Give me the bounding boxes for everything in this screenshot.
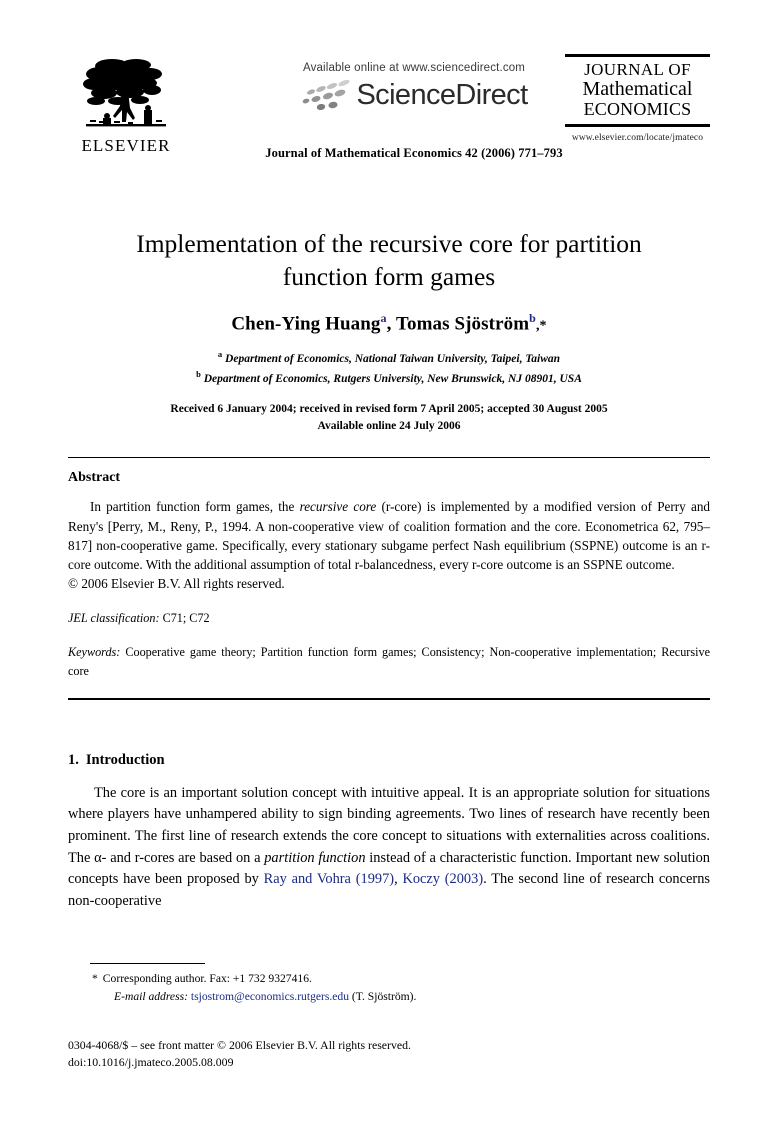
abstract-top-rule — [68, 457, 710, 459]
footnote-corresponding-author: * Corresponding author. Fax: +1 732 93274… — [92, 970, 710, 989]
elsevier-tree-icon — [83, 59, 166, 127]
elsevier-logo: ELSEVIER — [74, 52, 178, 154]
page-footer: * Corresponding author. Fax: +1 732 93274… — [68, 962, 710, 1071]
footnote-email: E-mail address: tsjostrom@economics.rutg… — [114, 988, 710, 1007]
abstract-text-part-1: In partition function form games, the — [90, 499, 300, 515]
section-number: 1. — [68, 751, 79, 768]
email-owner: (T. Sjöström). — [349, 990, 417, 1004]
journal-logo-line-2: Mathematical — [582, 78, 693, 101]
keywords-label: Keywords: — [68, 645, 121, 660]
abstract-italic-term: recursive core — [299, 499, 377, 515]
section-title: Introduction — [85, 751, 165, 768]
journal-url[interactable]: www.elsevier.com/locate/jmateco — [565, 133, 710, 143]
article-title: Implementation of the recursive core for… — [136, 229, 642, 292]
abstract-text: In partition function form games, the re… — [68, 497, 710, 574]
author-2-affiliation-marker: b — [529, 311, 536, 326]
affiliations: a Department of Economics, National Taiw… — [68, 348, 710, 388]
author-1-name: Chen-Ying Huang — [231, 313, 381, 335]
keywords-value: Cooperative game theory; Partition funct… — [68, 645, 710, 678]
abstract-bottom-rule — [68, 697, 710, 700]
sciencedirect-swoosh-icon — [303, 79, 351, 111]
jel-label: JEL classification: — [68, 610, 160, 625]
sciencedirect-logo-row: ScienceDirect — [264, 78, 564, 112]
affiliation-b-marker: b — [196, 368, 201, 379]
author-list: Chen-Ying Huanga, Tomas Sjöströmb,* — [68, 311, 710, 335]
sciencedirect-block: Available online at www.sciencedirect.co… — [264, 62, 564, 112]
footnote-separator-rule — [90, 962, 205, 964]
journal-logo: JOURNAL OF Mathematical ECONOMICS www.el… — [565, 54, 710, 143]
journal-citation-line: Journal of Mathematical Economics 42 (20… — [265, 146, 563, 160]
doi-line: doi:10.1016/j.jmateco.2005.08.009 — [68, 1054, 234, 1069]
jel-value: C71; C72 — [162, 610, 210, 625]
affiliation-a: a Department of Economics, National Taiw… — [68, 348, 710, 368]
issn-doi-block: 0304-4068/$ – see front matter © 2006 El… — [68, 1037, 710, 1071]
citation-ray-vohra-1997[interactable]: Ray and Vohra (1997) — [264, 871, 394, 887]
author-separator: , Tomas Sjöström — [386, 313, 530, 335]
abstract-copyright: © 2006 Elsevier B.V. All rights reserved… — [68, 576, 285, 592]
email-address-link[interactable]: tsjostrom@economics.rutgers.edu — [191, 990, 349, 1003]
email-label: E-mail address: — [114, 990, 188, 1004]
intro-paragraph-1: The core is an important solution concep… — [68, 783, 710, 913]
sciencedirect-wordmark: ScienceDirect — [356, 78, 528, 111]
affiliation-b: b Department of Economics, Rutgers Unive… — [68, 368, 710, 388]
journal-logo-box: JOURNAL OF Mathematical ECONOMICS — [565, 54, 710, 128]
available-online-line: Available online 24 July 2006 — [317, 420, 461, 433]
affiliation-a-text: Department of Economics, National Taiwan… — [225, 352, 561, 365]
abstract-heading: Abstract — [68, 470, 121, 486]
citation-koczy-2003[interactable]: Koczy (2003) — [402, 871, 483, 887]
elsevier-wordmark: ELSEVIER — [81, 136, 171, 155]
sciencedirect-available-text: Available online at www.sciencedirect.co… — [303, 62, 525, 74]
keywords: Keywords: Cooperative game theory; Parti… — [68, 643, 710, 680]
section-heading-introduction: 1. Introduction — [68, 752, 710, 769]
footnote-corresponding-text: Corresponding author. Fax: +1 732 932741… — [102, 971, 312, 985]
article-page: ELSEVIER Available online at www.science… — [0, 0, 778, 1133]
issn-copyright-line: 0304-4068/$ – see front matter © 2006 El… — [68, 1037, 411, 1052]
affiliation-a-marker: a — [217, 348, 223, 359]
article-dates: Received 6 January 2004; received in rev… — [68, 401, 710, 436]
intro-italic-partition-function: partition function — [264, 849, 366, 866]
journal-logo-line-3: ECONOMICS — [583, 99, 692, 120]
footnote-star-marker: * — [92, 971, 98, 985]
affiliation-b-text: Department of Economics, Rutgers Univers… — [203, 372, 582, 385]
journal-logo-line-1: JOURNAL OF — [584, 60, 691, 79]
received-line: Received 6 January 2004; received in rev… — [170, 402, 608, 415]
jel-classification: JEL classification: C71; C72 — [68, 610, 710, 628]
masthead: ELSEVIER Available online at www.science… — [68, 0, 710, 175]
corresponding-author-marker: ,* — [535, 318, 547, 334]
